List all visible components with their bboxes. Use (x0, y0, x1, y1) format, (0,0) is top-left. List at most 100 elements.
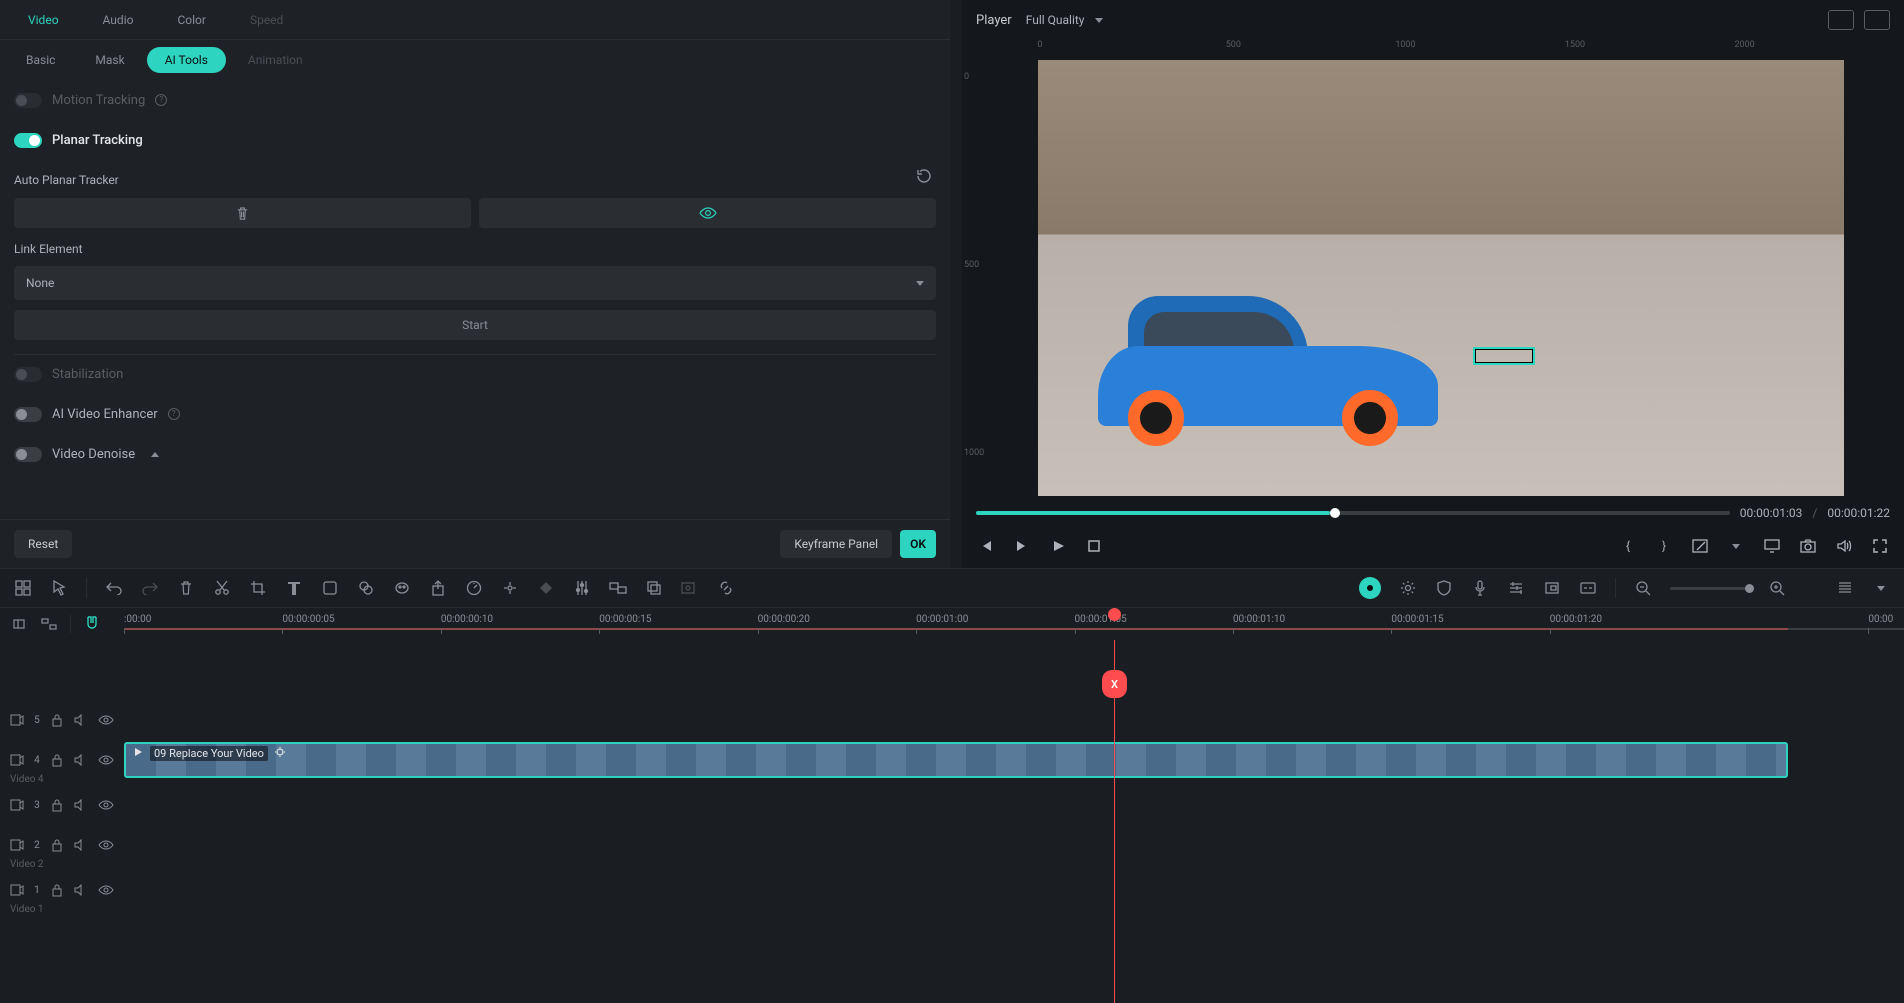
player-label: Player (976, 13, 1012, 28)
group-icon[interactable] (609, 579, 627, 597)
player-scrubber[interactable] (976, 511, 1730, 515)
magnet-icon[interactable] (83, 615, 101, 633)
lock-icon[interactable] (50, 796, 64, 814)
play-button[interactable] (1048, 536, 1068, 556)
export-frame-icon[interactable] (1690, 536, 1710, 556)
volume-icon[interactable] (1834, 536, 1854, 556)
info-icon[interactable]: ? (168, 408, 180, 420)
fullscreen-icon[interactable] (1870, 536, 1890, 556)
cursor-icon[interactable] (50, 579, 68, 597)
playhead[interactable]: X (1114, 640, 1115, 1003)
shape-icon[interactable] (321, 579, 339, 597)
lock-icon[interactable] (50, 751, 64, 769)
eye-icon[interactable] (98, 711, 114, 729)
ok-button[interactable]: OK (900, 530, 936, 558)
lock-icon[interactable] (50, 836, 64, 854)
text-icon[interactable] (285, 579, 303, 597)
lane-icon[interactable] (40, 615, 58, 633)
tab-audio[interactable]: Audio (83, 5, 154, 35)
layout-icon[interactable] (14, 579, 32, 597)
video-viewer[interactable]: 0 500 1000 (962, 54, 1904, 502)
track-icon[interactable] (501, 579, 519, 597)
link-element-label: Link Element (14, 242, 83, 256)
next-frame-button[interactable] (1012, 536, 1032, 556)
timeline-lanes[interactable]: X 09 Replace Your Video (124, 640, 1904, 1003)
zoom-slider[interactable] (1670, 587, 1750, 590)
eye-icon[interactable] (98, 836, 114, 854)
refresh-icon[interactable] (912, 164, 936, 188)
mask-icon[interactable] (393, 579, 411, 597)
ai-enhancer-row: AI Video Enhancer ? (14, 394, 936, 434)
mic-icon[interactable] (1471, 579, 1489, 597)
gear-icon[interactable] (1399, 579, 1417, 597)
monitor-icon[interactable] (1762, 536, 1782, 556)
snapshot-icon[interactable] (1798, 536, 1818, 556)
stop-button[interactable] (1084, 536, 1104, 556)
mute-icon[interactable] (74, 796, 88, 814)
keyframe-panel-button[interactable]: Keyframe Panel (780, 530, 892, 558)
speed-icon[interactable] (465, 579, 483, 597)
effects-icon[interactable] (357, 579, 375, 597)
video-clip[interactable]: 09 Replace Your Video (124, 742, 1788, 778)
cut-icon[interactable] (213, 579, 231, 597)
tab-basic[interactable]: Basic (8, 47, 73, 73)
quality-dropdown[interactable]: Full Quality (1026, 13, 1103, 27)
crop-icon[interactable] (249, 579, 267, 597)
time-separator: / (1812, 506, 1817, 520)
reset-button[interactable]: Reset (14, 530, 72, 558)
mark-in-button[interactable]: { (1618, 536, 1638, 556)
video-icon (10, 711, 24, 729)
motion-tracking-toggle (14, 93, 42, 108)
zoom-in-icon[interactable] (1768, 579, 1786, 597)
chevron-down-icon (1095, 18, 1103, 23)
link-icon[interactable] (717, 579, 735, 597)
tab-mask[interactable]: Mask (77, 47, 142, 73)
tab-ai-tools[interactable]: AI Tools (147, 47, 226, 73)
compare-view-icon[interactable] (1828, 10, 1854, 30)
undo-icon[interactable] (105, 579, 123, 597)
adjust-icon[interactable] (573, 579, 591, 597)
copy-icon[interactable] (645, 579, 663, 597)
video-denoise-toggle[interactable] (14, 447, 42, 462)
view-tracker-button[interactable] (479, 198, 936, 228)
shield-icon[interactable] (1435, 579, 1453, 597)
info-icon[interactable]: ? (155, 94, 167, 106)
caption-icon[interactable] (1579, 579, 1597, 597)
mark-out-button[interactable]: } (1654, 536, 1674, 556)
mute-icon[interactable] (74, 751, 88, 769)
marker-icon[interactable] (1543, 579, 1561, 597)
ai-enhancer-toggle[interactable] (14, 407, 42, 422)
tab-color[interactable]: Color (157, 5, 225, 35)
planar-tracking-toggle[interactable] (14, 133, 42, 148)
chevron-down-icon[interactable] (1726, 536, 1746, 556)
track-head-5: 5 (0, 700, 124, 740)
prev-frame-button[interactable] (976, 536, 996, 556)
auto-planar-buttons (14, 198, 936, 228)
delete-icon[interactable] (177, 579, 195, 597)
snap-icon[interactable] (10, 615, 28, 633)
ai-tools-icon[interactable] (1359, 577, 1381, 599)
video-icon (10, 796, 24, 814)
export-icon[interactable] (429, 579, 447, 597)
chevron-down-icon[interactable] (1872, 579, 1890, 597)
lock-icon[interactable] (50, 711, 64, 729)
lock-icon[interactable] (50, 881, 64, 899)
zoom-out-icon[interactable] (1634, 579, 1652, 597)
audio-icon[interactable] (1507, 579, 1525, 597)
eye-icon[interactable] (98, 881, 114, 899)
playhead-grip[interactable]: X (1102, 670, 1127, 698)
tab-video[interactable]: Video (8, 5, 79, 35)
eye-icon[interactable] (98, 751, 114, 769)
picture-view-icon[interactable] (1864, 10, 1890, 30)
tracker-rect[interactable] (1473, 347, 1535, 365)
mute-icon[interactable] (74, 711, 88, 729)
list-view-icon[interactable] (1836, 579, 1854, 597)
timeline-ruler[interactable]: :00:00 00:00:00:05 00:00:00:10 00:00:00:… (124, 608, 1904, 640)
mute-icon[interactable] (74, 881, 88, 899)
link-element-select[interactable]: None (14, 266, 936, 300)
start-button[interactable]: Start (14, 310, 936, 340)
caret-up-icon[interactable] (151, 452, 159, 457)
delete-tracker-button[interactable] (14, 198, 471, 228)
mute-icon[interactable] (74, 836, 88, 854)
eye-icon[interactable] (98, 796, 114, 814)
